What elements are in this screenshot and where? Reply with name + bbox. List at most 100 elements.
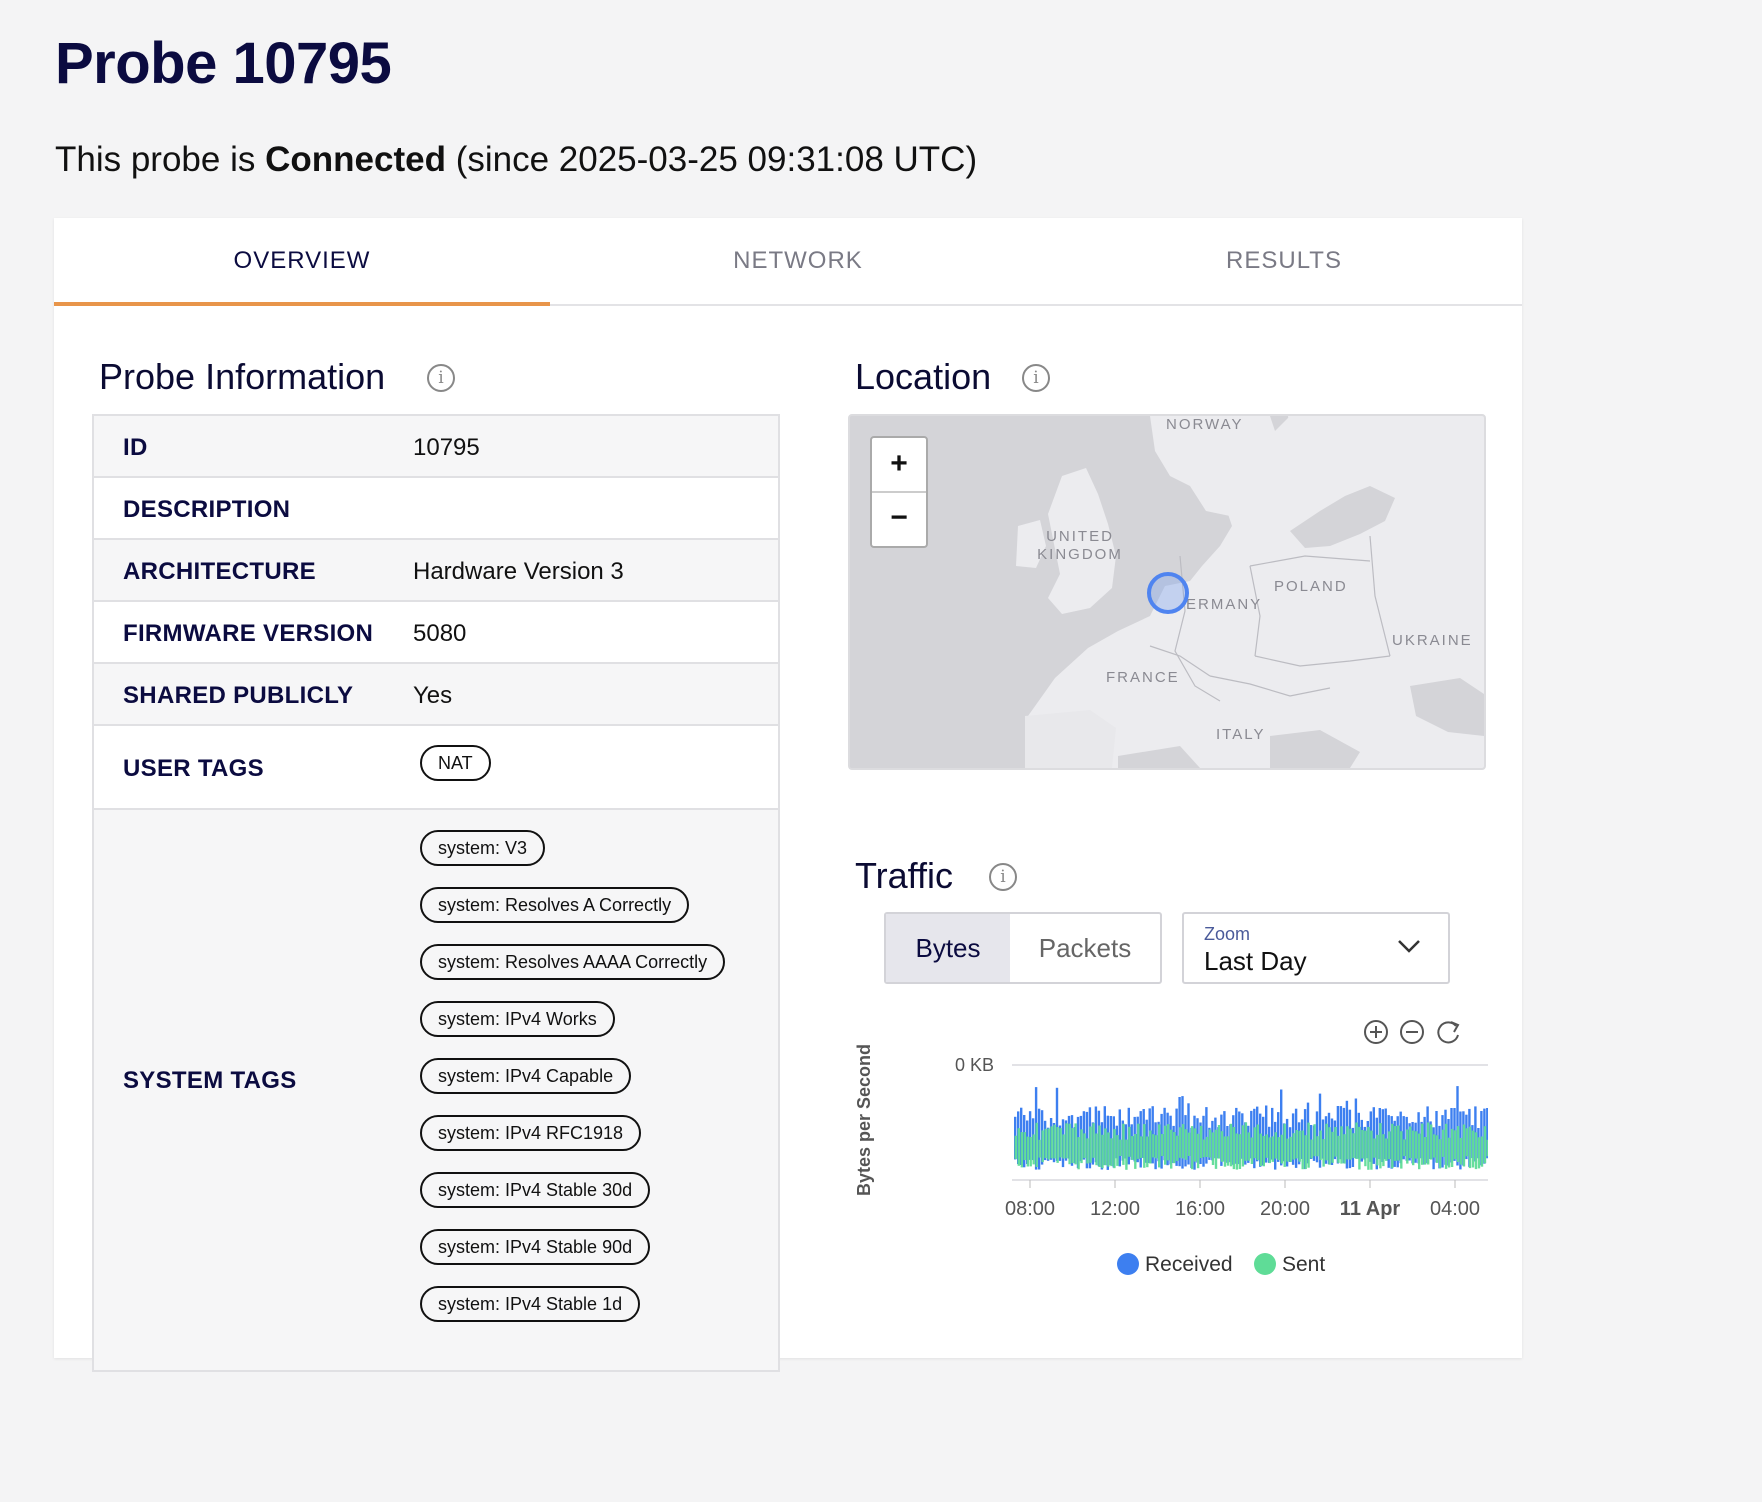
system-tag[interactable]: system: IPv4 Works [420,1001,615,1037]
sent-bar [1430,1124,1433,1160]
sent-bar [1292,1133,1295,1160]
tab-results[interactable]: RESULTS [1046,218,1522,304]
page-title: Probe 10795 [55,31,392,96]
tab-network[interactable]: NETWORK [550,218,1046,304]
x-tick-label: 20:00 [1260,1198,1310,1220]
sent-bar [1173,1132,1176,1164]
sent-bar [1071,1127,1074,1164]
table-row: ID 10795 [94,416,778,478]
tab-bar: OVERVIEW NETWORK RESULTS [54,218,1522,306]
sent-bar [1184,1129,1188,1160]
sent-bar [1113,1129,1116,1169]
sent-bar [1214,1129,1218,1169]
legend-item-sent[interactable]: Sent [1254,1253,1325,1276]
zoom-out-icon[interactable] [1400,1020,1424,1044]
traffic-unit-toggle: Bytes Packets [884,912,1162,984]
user-tags-row: USER TAGS NAT [94,726,778,810]
info-icon[interactable]: i [1022,364,1050,392]
system-tag[interactable]: system: IPv4 Stable 90d [420,1229,651,1265]
sent-bar [1388,1131,1391,1160]
sent-bar [1418,1133,1421,1170]
table-row: ARCHITECTURE Hardware Version 3 [94,540,778,602]
connection-status: This probe is Connected (since 2025-03-2… [55,140,977,180]
row-label: FIRMWARE VERSION [123,620,374,647]
sent-bar [1310,1139,1313,1159]
tab-overview[interactable]: OVERVIEW [54,218,550,306]
sent-bar [1319,1130,1322,1161]
zoom-select[interactable]: Zoom Last Day [1182,912,1450,984]
sent-bar [1465,1128,1469,1157]
sent-bar [1131,1136,1134,1160]
sent-bar [1406,1129,1409,1164]
sent-bar [1035,1122,1038,1167]
sent-bar [1355,1122,1358,1159]
sent-bar [1193,1128,1197,1162]
sent-bar [1376,1134,1379,1166]
info-icon[interactable]: i [427,364,455,392]
sent-bar [1370,1130,1373,1170]
sent-bar [1208,1129,1212,1158]
sent-bar [1289,1136,1292,1162]
sent-bar [1181,1124,1185,1159]
system-tag[interactable]: system: IPv4 RFC1918 [420,1115,642,1151]
sent-bar [1217,1125,1221,1159]
sent-bar [1280,1134,1283,1164]
sent-bar [1471,1130,1475,1168]
sent-bar [1480,1136,1484,1167]
sent-bar [1059,1128,1062,1158]
sent-bar [1235,1133,1239,1170]
traffic-series-group [1014,1086,1488,1170]
sent-bar [1149,1130,1152,1164]
bytes-button[interactable]: Bytes [886,914,1010,982]
received-bar [1118,1109,1121,1167]
sent-bar [1477,1137,1481,1169]
row-label: SYSTEM TAGS [123,1067,297,1094]
sent-bar [1229,1123,1233,1167]
sent-bar [1397,1125,1400,1161]
sent-bar [1262,1135,1265,1167]
sent-bar [1286,1138,1289,1162]
sent-bar [1421,1123,1424,1165]
system-tag[interactable]: system: IPv4 Capable [420,1058,632,1094]
sent-bar [1080,1129,1083,1164]
sent-bar [1441,1129,1445,1157]
sent-bar [1325,1123,1328,1161]
reset-icon[interactable] [1437,1021,1460,1044]
probe-location-marker[interactable] [1147,572,1189,614]
legend-label: Received [1145,1253,1233,1276]
system-tag[interactable]: system: IPv4 Stable 30d [420,1172,651,1208]
sent-bar [1241,1125,1245,1167]
zoom-in-icon[interactable] [1364,1020,1388,1044]
sent-bar [1053,1124,1056,1159]
legend-item-received[interactable]: Received [1117,1253,1233,1276]
sent-bar [1176,1135,1179,1161]
system-tag[interactable]: system: Resolves AAAA Correctly [420,944,726,980]
sent-bar [1238,1134,1242,1169]
system-tag[interactable]: system: Resolves A Correctly [420,887,690,923]
sent-bar [1232,1127,1236,1170]
chart-legend: Received Sent [1117,1253,1325,1276]
table-row: FIRMWARE VERSION 5080 [94,602,778,664]
user-tag[interactable]: NAT [420,745,491,781]
sent-bar [1424,1137,1427,1165]
x-tick-label: 12:00 [1090,1198,1140,1220]
location-map[interactable]: + − NORWAY UNITED KINGDOM ERMANY POLAND … [848,414,1486,770]
system-tag[interactable]: system: V3 [420,830,546,866]
info-icon[interactable]: i [989,863,1017,891]
packets-button[interactable]: Packets [1010,914,1160,982]
sent-bar [1167,1124,1170,1161]
probe-information-title: Probe Information [99,356,386,397]
sent-bar [1459,1137,1463,1165]
sent-bar [1247,1132,1251,1161]
zoom-select-label: Zoom [1204,924,1251,944]
sent-bar [1385,1138,1388,1161]
sent-bar [1343,1134,1346,1164]
sent-bar [1029,1137,1032,1167]
sent-bar [1358,1126,1361,1170]
map-zoom-in-button[interactable]: + [872,438,926,493]
row-label: ID [123,434,148,461]
map-zoom-out-button[interactable]: − [872,492,926,545]
system-tag[interactable]: system: IPv4 Stable 1d [420,1286,641,1322]
sent-bar [1331,1131,1334,1163]
sent-bar [1444,1123,1448,1169]
